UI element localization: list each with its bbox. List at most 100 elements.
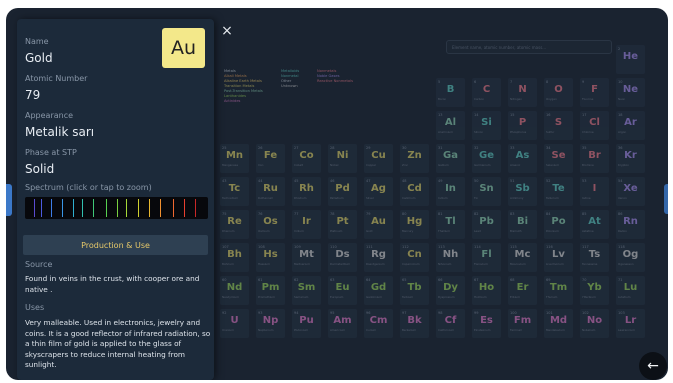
legend-item[interactable]: Unknown: [281, 84, 299, 89]
element-cell-bh[interactable]: 107 Bh Bohrium: [220, 243, 249, 272]
element-cell-eu[interactable]: 63 Eu Europium: [328, 276, 357, 305]
right-drawer-handle[interactable]: [664, 184, 668, 214]
element-cell-es[interactable]: 99 Es Einsteinium: [472, 309, 501, 338]
left-drawer-handle[interactable]: [6, 184, 12, 216]
element-cell-sn[interactable]: 50 Sn Tin: [472, 177, 501, 206]
element-cell-zn[interactable]: 30 Zn Zinc: [400, 144, 429, 173]
element-cell-se[interactable]: 34 Se Selenium: [544, 144, 573, 173]
close-panel-button[interactable]: ×: [218, 22, 236, 40]
element-cell-i[interactable]: 53 I Iodine: [580, 177, 609, 206]
element-cell-rg[interactable]: 111 Rg Roentgenium: [364, 243, 393, 272]
element-cell-n[interactable]: 7 N Nitrogen: [508, 78, 537, 107]
element-cell-kr[interactable]: 36 Kr Krypton: [616, 144, 645, 173]
element-cell-re[interactable]: 75 Re Rhenium: [220, 210, 249, 239]
element-cell-s[interactable]: 16 S Sulfur: [544, 111, 573, 140]
element-cell-os[interactable]: 76 Os Osmium: [256, 210, 285, 239]
element-cell-ni[interactable]: 28 Ni Nickel: [328, 144, 357, 173]
element-cell-ge[interactable]: 32 Ge Germanium: [472, 144, 501, 173]
element-cell-sb[interactable]: 51 Sb Antimony: [508, 177, 537, 206]
element-cell-ar[interactable]: 18 Ar Argon: [616, 111, 645, 140]
back-button[interactable]: ←: [639, 352, 667, 380]
element-name: Zinc: [402, 163, 409, 167]
element-cell-mn[interactable]: 25 Mn Manganese: [220, 144, 249, 173]
element-name: Uranium: [222, 328, 234, 332]
element-cell-po[interactable]: 84 Po Polonium: [544, 210, 573, 239]
phase-value: Solid: [25, 162, 55, 176]
element-cell-no[interactable]: 102 No Nobelium: [580, 309, 609, 338]
element-cell-cm[interactable]: 96 Cm Curium: [364, 309, 393, 338]
element-cell-pd[interactable]: 46 Pd Palladium: [328, 177, 357, 206]
element-cell-b[interactable]: 5 B Boron: [436, 78, 465, 107]
element-cell-as[interactable]: 33 As Arsenic: [508, 144, 537, 173]
element-cell-lu[interactable]: 71 Lu Lutetium: [616, 276, 645, 305]
element-cell-hs[interactable]: 108 Hs Hassium: [256, 243, 285, 272]
element-name: Hassium: [258, 262, 271, 266]
element-cell-ga[interactable]: 31 Ga Gallium: [436, 144, 465, 173]
element-cell-ho[interactable]: 67 Ho Holmium: [472, 276, 501, 305]
element-cell-au[interactable]: 79 Au Gold: [364, 210, 393, 239]
element-cell-at[interactable]: 85 At Astatine: [580, 210, 609, 239]
element-cell-rh[interactable]: 45 Rh Rhodium: [292, 177, 321, 206]
element-cell-ru[interactable]: 44 Ru Ruthenium: [256, 177, 285, 206]
element-cell-tc[interactable]: 43 Tc Technetium: [220, 177, 249, 206]
element-cell-ts[interactable]: 117 Ts Tennessine: [580, 243, 609, 272]
element-cell-sm[interactable]: 62 Sm Samarium: [292, 276, 321, 305]
element-cell-mc[interactable]: 115 Mc Moscovium: [508, 243, 537, 272]
element-cell-md[interactable]: 101 Md Mendelevium: [544, 309, 573, 338]
element-cell-co[interactable]: 27 Co Cobalt: [292, 144, 321, 173]
element-symbol: Fe: [263, 150, 278, 161]
element-cell-tb[interactable]: 65 Tb Terbium: [400, 276, 429, 305]
element-cell-bk[interactable]: 97 Bk Berkelium: [400, 309, 429, 338]
element-cell-fl[interactable]: 114 Fl Flerovium: [472, 243, 501, 272]
element-cell-fe[interactable]: 26 Fe Iron: [256, 144, 285, 173]
element-cell-tm[interactable]: 69 Tm Thulium: [544, 276, 573, 305]
element-cell-lr[interactable]: 103 Lr Lawrencium: [616, 309, 645, 338]
element-cell-er[interactable]: 68 Er Erbium: [508, 276, 537, 305]
element-cell-gd[interactable]: 64 Gd Gadolinium: [364, 276, 393, 305]
element-cell-al[interactable]: 13 Al Aluminium: [436, 111, 465, 140]
element-cell-o[interactable]: 8 O Oxygen: [544, 78, 573, 107]
element-cell-am[interactable]: 95 Am Americium: [328, 309, 357, 338]
element-cell-f[interactable]: 9 F Fluorine: [580, 78, 609, 107]
element-search-input[interactable]: Element name, atomic number, atomic mass…: [446, 40, 612, 54]
element-cell-nh[interactable]: 113 Nh Nihonium: [436, 243, 465, 272]
element-cell-cl[interactable]: 17 Cl Chlorine: [580, 111, 609, 140]
production-use-button[interactable]: Production & Use: [23, 235, 208, 255]
element-cell-pu[interactable]: 94 Pu Plutonium: [292, 309, 321, 338]
element-cell-ne[interactable]: 10 Ne Neon: [616, 78, 645, 107]
element-cell-hg[interactable]: 80 Hg Mercury: [400, 210, 429, 239]
element-cell-ds[interactable]: 110 Ds Darmstadtium: [328, 243, 357, 272]
element-cell-og[interactable]: 118 Og Oganesson: [616, 243, 645, 272]
element-cell-in[interactable]: 49 In Indium: [436, 177, 465, 206]
element-cell-u[interactable]: 92 U Uranium: [220, 309, 249, 338]
legend-item[interactable]: Reactive Nonmetals: [317, 79, 353, 84]
element-cell-pm[interactable]: 61 Pm Promethium: [256, 276, 285, 305]
element-cell-nd[interactable]: 60 Nd Neodymium: [220, 276, 249, 305]
element-cell-he[interactable]: 2 He: [616, 45, 645, 74]
element-cell-pt[interactable]: 78 Pt Platinum: [328, 210, 357, 239]
element-cell-cf[interactable]: 98 Cf Californium: [436, 309, 465, 338]
element-cell-rn[interactable]: 86 Rn Radon: [616, 210, 645, 239]
element-cell-lv[interactable]: 116 Lv Livermorium: [544, 243, 573, 272]
element-cell-fm[interactable]: 100 Fm Fermium: [508, 309, 537, 338]
element-cell-tl[interactable]: 81 Tl Thallium: [436, 210, 465, 239]
element-cell-pb[interactable]: 82 Pb Lead: [472, 210, 501, 239]
element-cell-cd[interactable]: 48 Cd Cadmium: [400, 177, 429, 206]
element-cell-ag[interactable]: 47 Ag Silver: [364, 177, 393, 206]
element-cell-c[interactable]: 6 C Carbon: [472, 78, 501, 107]
element-cell-xe[interactable]: 54 Xe Xenon: [616, 177, 645, 206]
element-cell-cn[interactable]: 112 Cn Copernicium: [400, 243, 429, 272]
element-cell-bi[interactable]: 83 Bi Bismuth: [508, 210, 537, 239]
emission-spectrum[interactable]: [25, 197, 208, 219]
element-cell-mt[interactable]: 109 Mt Meitnerium: [292, 243, 321, 272]
element-cell-yb[interactable]: 70 Yb Ytterbium: [580, 276, 609, 305]
element-cell-te[interactable]: 52 Te Tellurium: [544, 177, 573, 206]
element-cell-np[interactable]: 93 Np Neptunium: [256, 309, 285, 338]
element-cell-ir[interactable]: 77 Ir Iridium: [292, 210, 321, 239]
element-cell-dy[interactable]: 66 Dy Dysprosium: [436, 276, 465, 305]
element-cell-cu[interactable]: 29 Cu Copper: [364, 144, 393, 173]
element-cell-si[interactable]: 14 Si Silicon: [472, 111, 501, 140]
legend-item[interactable]: Actinides: [224, 99, 263, 104]
element-cell-p[interactable]: 15 P Phosphorus: [508, 111, 537, 140]
element-cell-br[interactable]: 35 Br Bromine: [580, 144, 609, 173]
